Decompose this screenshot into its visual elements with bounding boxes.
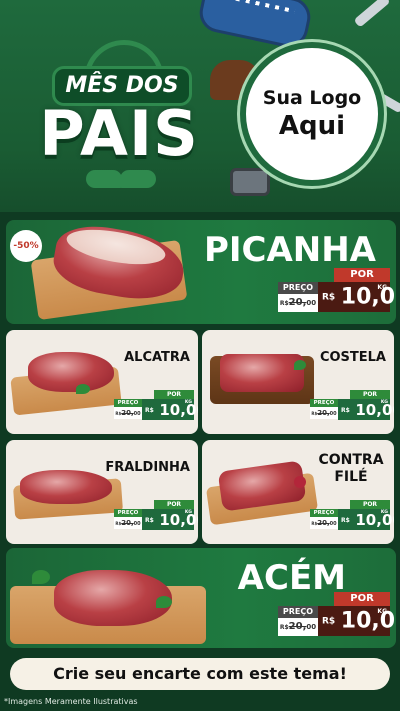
header-banner: MÊS DOS PAIS Sua Logo Aqui (0, 0, 400, 212)
product-card-acem[interactable]: ACÉM POR PREÇO R$20,00 R$ 10,00KG (6, 548, 396, 648)
title-emblem: MÊS DOS PAIS (14, 40, 224, 200)
unit-label: KG (380, 400, 388, 405)
new-price: R$ 10,00KG (318, 606, 396, 636)
price-tag: POR PREÇO R$20,00 R$ 10,00KG (278, 268, 396, 318)
old-price-prefix: R$ (279, 300, 289, 307)
price-tag: POR PREÇO R$20,00 R$ 10,00KG (278, 592, 396, 642)
meat-image (20, 470, 112, 504)
price-value: 10,00 (340, 608, 396, 634)
title-main: PAIS (39, 97, 199, 170)
price-tag: POR PREÇO R$20,00 R$ 10,00KG (114, 390, 198, 424)
old-price-value: 20, (317, 409, 330, 417)
preco-label: PREÇO (278, 606, 318, 618)
unit-label: KG (184, 400, 192, 405)
mustache-icon (86, 170, 156, 190)
product-card-fraldinha[interactable]: FRALDINHA POR PREÇO R$20,00 R$ 10,00KG (6, 440, 198, 544)
por-label: POR (154, 390, 194, 399)
new-price: R$ 10,00KG (142, 509, 198, 530)
preco-label: PREÇO (310, 399, 338, 407)
currency-label: R$ (341, 517, 350, 524)
old-price-cents: 00 (329, 411, 337, 417)
currency-label: R$ (322, 292, 336, 303)
por-label: POR (350, 500, 390, 509)
footer: Crie seu encarte com este tema! *Imagens… (0, 648, 400, 711)
price-tag: POR PREÇO R$20,00 R$ 10,00KG (310, 500, 394, 534)
new-price: R$ 10,00KG (318, 282, 396, 312)
old-price-value: 20, (288, 297, 307, 308)
product-name: FRALDINHA (105, 460, 190, 475)
product-name: PICANHA (203, 230, 376, 270)
old-price-value: 20, (317, 519, 330, 527)
old-price-prefix: R$ (279, 624, 289, 631)
price-value: 10,00 (355, 511, 394, 529)
meat-image (28, 352, 114, 392)
price-value: 10,00 (159, 401, 198, 419)
herb-garnish (156, 596, 172, 608)
price-value: 10,00 (159, 511, 198, 529)
old-price: R$20,00 (310, 517, 338, 529)
price-value: 10,00 (340, 284, 396, 310)
unit-label: KG (377, 284, 387, 291)
unit-label: KG (380, 510, 388, 515)
herb-garnish (32, 570, 50, 584)
old-price: R$20,00 (278, 294, 318, 312)
old-price-cents: 00 (133, 411, 141, 417)
logo-text-line1: Sua Logo (262, 87, 362, 109)
price-tag: POR PREÇO R$20,00 R$ 10,00KG (310, 390, 394, 424)
new-price: R$ 10,00KG (338, 399, 394, 420)
product-card-costela[interactable]: COSTELA POR PREÇO R$20,00 R$ 10,00KG (202, 330, 394, 434)
onion-garnish (294, 476, 306, 488)
product-name-line1: CONTRA (318, 452, 384, 468)
currency-label: R$ (341, 407, 350, 414)
watch-decoration (230, 168, 270, 196)
herb-garnish (294, 360, 306, 370)
product-name: COSTELA (319, 350, 386, 365)
preco-label: PREÇO (310, 509, 338, 517)
old-price: R$20,00 (114, 517, 142, 529)
product-card-alcatra[interactable]: ALCATRA POR PREÇO R$20,00 R$ 10,00KG (6, 330, 198, 434)
por-label: POR (154, 500, 194, 509)
disclaimer-text: *Imagens Meramente Ilustrativas (4, 697, 138, 706)
old-price-value: 20, (121, 519, 134, 527)
currency-label: R$ (145, 407, 154, 414)
por-label: POR (350, 390, 390, 399)
product-name: ALCATRA (124, 350, 190, 365)
old-price-cents: 00 (306, 299, 317, 307)
unit-label: KG (377, 608, 387, 615)
logo-placeholder[interactable]: Sua Logo Aqui (240, 42, 384, 186)
new-price: R$ 10,00KG (142, 399, 198, 420)
herb-garnish (76, 384, 90, 394)
por-label: POR (334, 592, 390, 606)
old-price: R$20,00 (278, 618, 318, 636)
price-value: 10,00 (355, 401, 394, 419)
preco-label: PREÇO (278, 282, 318, 294)
old-price-cents: 00 (133, 521, 141, 527)
old-price: R$20,00 (310, 407, 338, 419)
preco-label: PREÇO (114, 509, 142, 517)
create-flyer-button[interactable]: Crie seu encarte com este tema! (10, 658, 390, 690)
meat-image (54, 570, 172, 626)
old-price-cents: 00 (329, 521, 337, 527)
old-price: R$20,00 (114, 407, 142, 419)
discount-badge: -50% (10, 230, 42, 262)
preco-label: PREÇO (114, 399, 142, 407)
meat-image (220, 354, 304, 392)
currency-label: R$ (322, 616, 336, 627)
wrench-icon (353, 0, 391, 28)
product-card-contra-file[interactable]: CONTRA FILÉ POR PREÇO R$20,00 R$ 10,00KG (202, 440, 394, 544)
old-price-value: 20, (121, 409, 134, 417)
new-price: R$ 10,00KG (338, 509, 394, 530)
product-name-line2: FILÉ (334, 469, 368, 485)
currency-label: R$ (145, 517, 154, 524)
old-price-value: 20, (288, 621, 307, 632)
product-card-picanha[interactable]: -50% PICANHA POR PREÇO R$20,00 R$ 10,00K… (6, 220, 396, 324)
product-name: CONTRA FILÉ (316, 452, 386, 486)
old-price-cents: 00 (306, 623, 317, 631)
unit-label: KG (184, 510, 192, 515)
price-tag: POR PREÇO R$20,00 R$ 10,00KG (114, 500, 198, 534)
por-label: POR (334, 268, 390, 282)
logo-text-line2: Aqui (278, 111, 346, 141)
